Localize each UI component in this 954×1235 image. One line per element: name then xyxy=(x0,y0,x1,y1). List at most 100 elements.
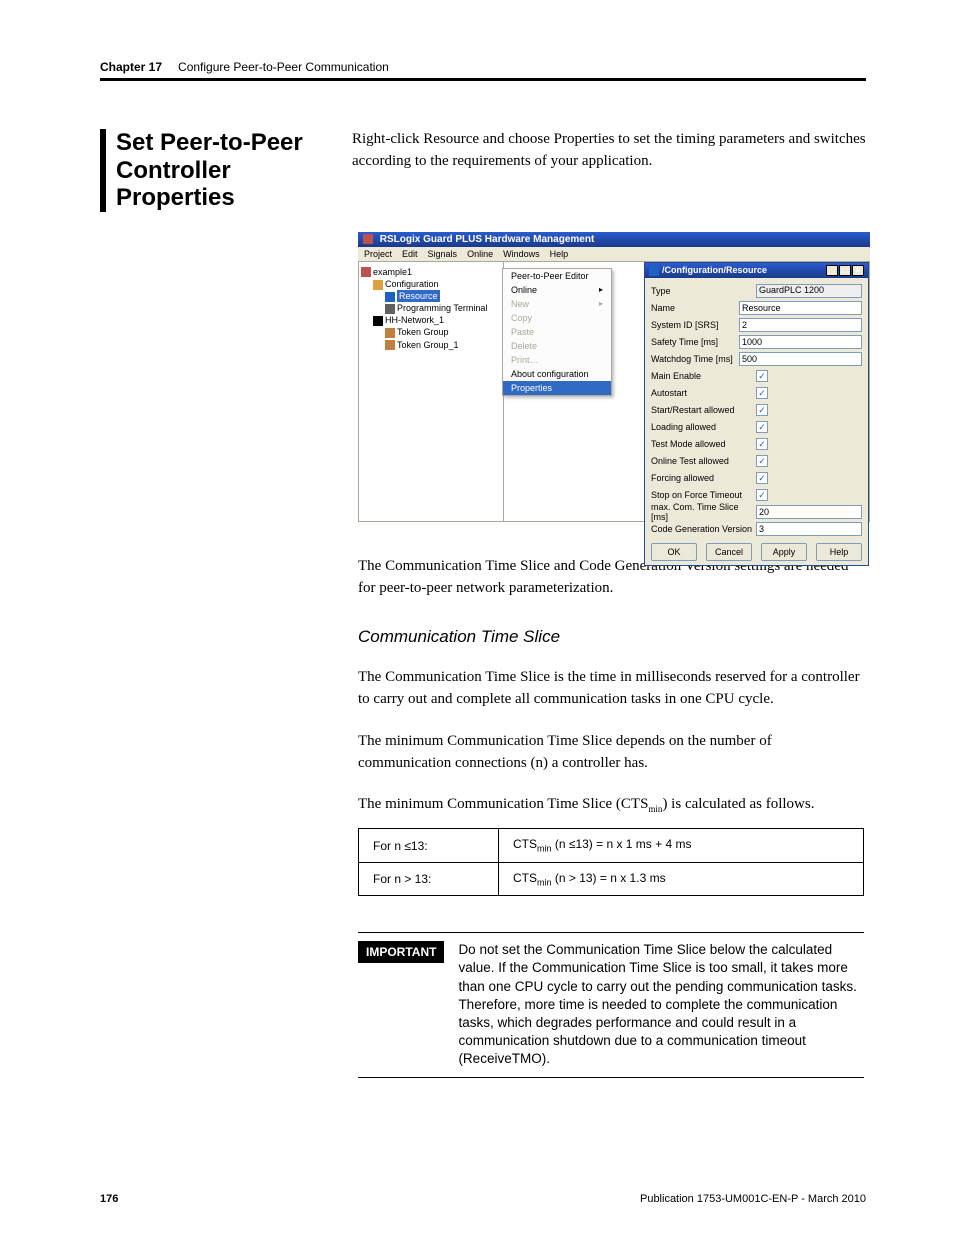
cm-peer-editor[interactable]: Peer-to-Peer Editor xyxy=(503,269,611,283)
chapter-label: Chapter 17 xyxy=(100,60,162,74)
codegen-label: Code Generation Version xyxy=(651,524,756,534)
app-titlebar: RSLogix Guard PLUS Hardware Management xyxy=(358,232,870,247)
forcing-label: Forcing allowed xyxy=(651,473,756,483)
app-title: RSLogix Guard PLUS Hardware Management xyxy=(380,234,595,245)
tree-network[interactable]: HH-Network_1 xyxy=(361,314,501,326)
cell-cts-gt-13: CTSmin (n > 13) = n x 1.3 ms xyxy=(499,862,864,895)
menu-project[interactable]: Project xyxy=(364,249,392,259)
cell-cts-le-13: CTSmin (n ≤13) = n x 1 ms + 4 ms xyxy=(499,829,864,862)
tree-resource[interactable]: Resource xyxy=(361,290,501,302)
tree-project[interactable]: example1 xyxy=(361,266,501,278)
cm-print: Print… xyxy=(503,353,611,367)
important-badge: IMPORTANT xyxy=(358,941,444,963)
token-icon xyxy=(385,340,395,350)
cm-copy: Copy xyxy=(503,311,611,325)
mainen-checkbox[interactable]: ✓ xyxy=(756,370,768,382)
stoponforce-checkbox[interactable]: ✓ xyxy=(756,489,768,501)
tree-configuration[interactable]: Configuration xyxy=(361,278,501,290)
menu-edit[interactable]: Edit xyxy=(402,249,418,259)
mainen-label: Main Enable xyxy=(651,371,756,381)
watchdog-input[interactable] xyxy=(739,352,862,366)
section-title: Set Peer-to-Peer Controller Properties xyxy=(116,129,328,212)
type-select[interactable]: GuardPLC 1200 xyxy=(756,284,862,298)
dialog-titlebar: /Configuration/Resource _ □ × xyxy=(645,263,868,278)
loading-checkbox[interactable]: ✓ xyxy=(756,421,768,433)
cell-n-gt-13: For n > 13: xyxy=(359,862,499,895)
submenu-arrow-icon: ▸ xyxy=(599,285,603,294)
loading-label: Loading allowed xyxy=(651,422,756,432)
tree-token-group-1[interactable]: Token Group_1 xyxy=(361,339,501,351)
cm-paste: Paste xyxy=(503,325,611,339)
network-icon xyxy=(373,316,383,326)
apply-button[interactable]: Apply xyxy=(761,543,807,561)
testmode-label: Test Mode allowed xyxy=(651,439,756,449)
name-input[interactable] xyxy=(739,301,862,315)
codegen-input[interactable] xyxy=(756,522,862,536)
dialog-icon xyxy=(649,266,659,276)
formula-table: For n ≤13: CTSmin (n ≤13) = n x 1 ms + 4… xyxy=(358,828,864,896)
cm-new: New▸ xyxy=(503,297,611,311)
cell-n-le-13: For n ≤13: xyxy=(359,829,499,862)
cm-properties[interactable]: Properties xyxy=(503,381,611,395)
menu-help[interactable]: Help xyxy=(550,249,569,259)
table-row: For n > 13: CTSmin (n > 13) = n x 1.3 ms xyxy=(359,862,864,895)
project-icon xyxy=(361,267,371,277)
tree-terminal[interactable]: Programming Terminal xyxy=(361,302,501,314)
app-menubar: Project Edit Signals Online Windows Help xyxy=(358,247,870,262)
close-icon[interactable]: × xyxy=(852,265,864,276)
sysid-input[interactable] xyxy=(739,318,862,332)
maxcom-label: max. Com. Time Slice [ms] xyxy=(651,502,756,522)
ok-button[interactable]: OK xyxy=(651,543,697,561)
cancel-button[interactable]: Cancel xyxy=(706,543,752,561)
dialog-title: /Configuration/Resource xyxy=(662,265,767,275)
cm-online[interactable]: Online▸ xyxy=(503,283,611,297)
terminal-icon xyxy=(385,304,395,314)
safety-input[interactable] xyxy=(739,335,862,349)
para-cts-def: The Communication Time Slice is the time… xyxy=(358,667,866,711)
screenshot-hardware-management: RSLogix Guard PLUS Hardware Management P… xyxy=(358,232,870,522)
cm-delete: Delete xyxy=(503,339,611,353)
important-text: Do not set the Communication Time Slice … xyxy=(458,941,864,1069)
context-menu: Peer-to-Peer Editor Online▸ New▸ Copy Pa… xyxy=(502,268,612,396)
tree-token-group[interactable]: Token Group xyxy=(361,326,501,338)
minimize-icon[interactable]: _ xyxy=(826,265,838,276)
onlinetest-checkbox[interactable]: ✓ xyxy=(756,455,768,467)
page-footer: 176 Publication 1753-UM001C-EN-P - March… xyxy=(100,1193,866,1205)
autostart-checkbox[interactable]: ✓ xyxy=(756,387,768,399)
maximize-icon[interactable]: □ xyxy=(839,265,851,276)
autostart-label: Autostart xyxy=(651,388,756,398)
publication-info: Publication 1753-UM001C-EN-P - March 201… xyxy=(640,1193,866,1205)
app-logo-icon xyxy=(363,234,373,244)
tree-pane: example1 Configuration Resource Programm… xyxy=(359,262,504,521)
folder-icon xyxy=(373,280,383,290)
important-callout: IMPORTANT Do not set the Communication T… xyxy=(358,932,864,1078)
para-cts-formula-intro: The minimum Communication Time Slice (CT… xyxy=(358,794,866,816)
startrestart-label: Start/Restart allowed xyxy=(651,405,756,415)
resource-properties-dialog: /Configuration/Resource _ □ × TypeGuardP… xyxy=(644,262,869,566)
cm-about[interactable]: About configuration xyxy=(503,367,611,381)
subhead-cts: Communication Time Slice xyxy=(358,627,866,647)
safety-label: Safety Time [ms] xyxy=(651,337,739,347)
startrestart-checkbox[interactable]: ✓ xyxy=(756,404,768,416)
running-header: Chapter 17 Configure Peer-to-Peer Commun… xyxy=(100,60,866,74)
header-rule xyxy=(100,78,866,81)
menu-online[interactable]: Online xyxy=(467,249,493,259)
forcing-checkbox[interactable]: ✓ xyxy=(756,472,768,484)
menu-windows[interactable]: Windows xyxy=(503,249,540,259)
section-title-block: Set Peer-to-Peer Controller Properties xyxy=(100,129,328,212)
maxcom-input[interactable] xyxy=(756,505,862,519)
testmode-checkbox[interactable]: ✓ xyxy=(756,438,768,450)
chapter-title: Configure Peer-to-Peer Communication xyxy=(178,60,389,74)
onlinetest-label: Online Test allowed xyxy=(651,456,756,466)
menu-signals[interactable]: Signals xyxy=(428,249,458,259)
token-icon xyxy=(385,328,395,338)
help-button[interactable]: Help xyxy=(816,543,862,561)
sysid-label: System ID [SRS] xyxy=(651,320,739,330)
para-cts-min-dep: The minimum Communication Time Slice dep… xyxy=(358,731,866,775)
submenu-arrow-icon: ▸ xyxy=(599,299,603,308)
name-label: Name xyxy=(651,303,739,313)
stoponforce-label: Stop on Force Timeout xyxy=(651,490,756,500)
intro-para: Right-click Resource and choose Properti… xyxy=(352,129,866,173)
page-number: 176 xyxy=(100,1193,118,1205)
table-row: For n ≤13: CTSmin (n ≤13) = n x 1 ms + 4… xyxy=(359,829,864,862)
